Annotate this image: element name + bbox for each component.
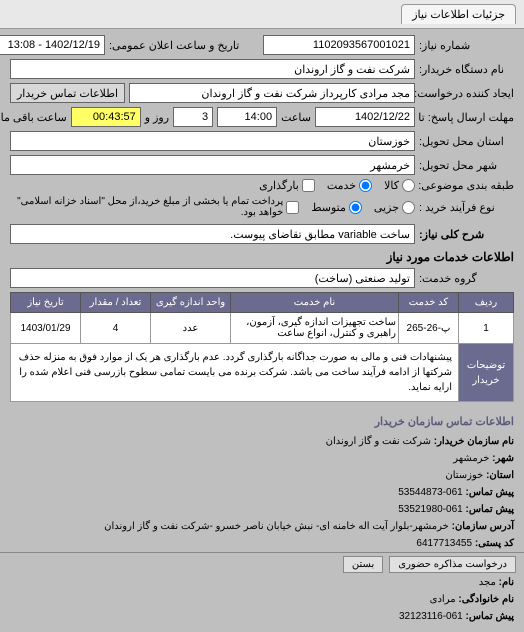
city-label: شهر محل تحویل: — [419, 159, 514, 172]
subject-label: شرح کلی نیاز: — [419, 228, 514, 241]
check-process-note[interactable]: پرداخت تمام یا بخشی از مبلغ خرید،از محل … — [10, 196, 299, 218]
negotiate-button[interactable]: درخواست مذاکره حضوری — [389, 556, 516, 573]
contact-org-line: نام سازمان خریدار: شرکت نفت و گاز اروندا… — [10, 434, 514, 450]
radio-jozi[interactable]: جزیی — [374, 201, 415, 214]
cell-name: ساخت تجهیزات اندازه گیری، آزمون، راهبری … — [231, 313, 399, 344]
subject-field[interactable] — [10, 224, 415, 244]
deadline-date-field[interactable] — [315, 107, 415, 127]
contact-city-line: شهر: خرمشهر — [10, 451, 514, 467]
contact-postal-line: کد پستی: 6417713455 — [10, 536, 514, 552]
deadline-time-field[interactable] — [217, 107, 277, 127]
th-idx: ردیف — [459, 293, 514, 313]
table-row[interactable]: 1 پ-26-265 ساخت تجهیزات اندازه گیری، آزم… — [11, 313, 514, 344]
th-name: نام خدمت — [231, 293, 399, 313]
service-group-field[interactable] — [10, 268, 415, 288]
tab-header: جزئیات اطلاعات نیاز — [0, 0, 524, 29]
contact-family-line: نام خانوادگی: مرادی — [10, 592, 514, 608]
close-button[interactable]: بستن — [343, 556, 383, 573]
radio-motavaset-label: متوسط — [311, 201, 346, 214]
services-header: اطلاعات خدمات مورد نیاز — [10, 250, 514, 264]
radio-kala-label: کالا — [384, 179, 399, 192]
desc-row: توضیحات خریدار پیشنهادات فنی و مالی به ص… — [11, 344, 514, 402]
contact-section: اطلاعات تماس سازمان خریدار نام سازمان خر… — [0, 408, 524, 632]
creator-label: ایجاد کننده درخواست: — [419, 87, 514, 100]
contact-name-line: نام: مجد — [10, 575, 514, 591]
device-name-label: نام دستگاه خریدار: — [419, 63, 514, 76]
days-label: روز و — [145, 111, 169, 124]
province-label: استان محل تحویل: — [419, 135, 514, 148]
request-no-label: شماره نیاز: — [419, 39, 514, 52]
contact-section1-title: اطلاعات تماس سازمان خریدار — [10, 414, 514, 432]
creator-field[interactable] — [129, 83, 415, 103]
budget-label: طبقه بندی موضوعی: — [419, 179, 514, 192]
countdown-label: ساعت باقی مانده — [0, 111, 67, 124]
process-group: جزیی متوسط پرداخت تمام یا بخشی از مبلغ خ… — [10, 196, 415, 218]
province-field[interactable] — [10, 131, 415, 151]
radio-motavaset[interactable]: متوسط — [311, 201, 362, 214]
tab-details[interactable]: جزئیات اطلاعات نیاز — [401, 4, 516, 24]
form-area: شماره نیاز: تاریخ و ساعت اعلان عمومی: نا… — [0, 29, 524, 408]
radio-jozi-label: جزیی — [374, 201, 399, 214]
device-name-field[interactable] — [10, 59, 415, 79]
table-header-row: ردیف کد خدمت نام خدمت واحد اندازه گیری ت… — [11, 293, 514, 313]
footer-bar: درخواست مذاکره حضوری بستن — [0, 552, 524, 576]
check-bargozari-label: بارگذاری — [259, 179, 299, 192]
announce-field[interactable] — [0, 35, 105, 55]
contact-phone-line: پیش تماس: 061-53544873 — [10, 485, 514, 501]
city-field[interactable] — [10, 155, 415, 175]
process-label: نوع فرآیند خرید : — [419, 201, 514, 214]
desc-label-cell: توضیحات خریدار — [459, 344, 514, 402]
service-group-label: گروه خدمت: — [419, 272, 514, 285]
cell-unit: عدد — [151, 313, 231, 344]
cell-idx: 1 — [459, 313, 514, 344]
deadline-label: مهلت ارسال پاسخ: تا تاریخ: — [419, 111, 514, 124]
th-code: کد خدمت — [399, 293, 459, 313]
announce-label: تاریخ و ساعت اعلان عمومی: — [109, 39, 259, 52]
contact-buyer-button[interactable]: اطلاعات تماس خریدار — [10, 83, 125, 103]
contact-phone2-line: پیش تماس: 061-32123116 — [10, 609, 514, 625]
radio-khadamat-label: خدمت — [327, 179, 356, 192]
services-table: ردیف کد خدمت نام خدمت واحد اندازه گیری ت… — [10, 292, 514, 402]
contact-address-line: آدرس سازمان: خرمشهر-بلوار آیت اله خامنه … — [10, 519, 514, 535]
cell-code: پ-26-265 — [399, 313, 459, 344]
th-unit: واحد اندازه گیری — [151, 293, 231, 313]
category-group: کالا خدمت بارگذاری — [259, 179, 415, 192]
th-date: تاریخ نیاز — [11, 293, 81, 313]
contact-fax-line: پیش تماس: 061-53521980 — [10, 502, 514, 518]
request-no-field[interactable] — [263, 35, 415, 55]
desc-cell: پیشنهادات فنی و مالی به صورت جداگانه بار… — [11, 344, 459, 402]
th-qty: تعداد / مقدار — [81, 293, 151, 313]
radio-kala[interactable]: کالا — [384, 179, 415, 192]
process-note-label: پرداخت تمام یا بخشی از مبلغ خرید،از محل … — [10, 196, 283, 218]
days-remaining-field — [173, 107, 213, 127]
countdown-field — [71, 107, 141, 127]
contact-province-line: استان: خوزستان — [10, 468, 514, 484]
radio-khadamat[interactable]: خدمت — [327, 179, 372, 192]
cell-date: 1403/01/29 — [11, 313, 81, 344]
time-label-1: ساعت — [281, 111, 311, 124]
cell-qty: 4 — [81, 313, 151, 344]
check-bargozari[interactable]: بارگذاری — [259, 179, 315, 192]
